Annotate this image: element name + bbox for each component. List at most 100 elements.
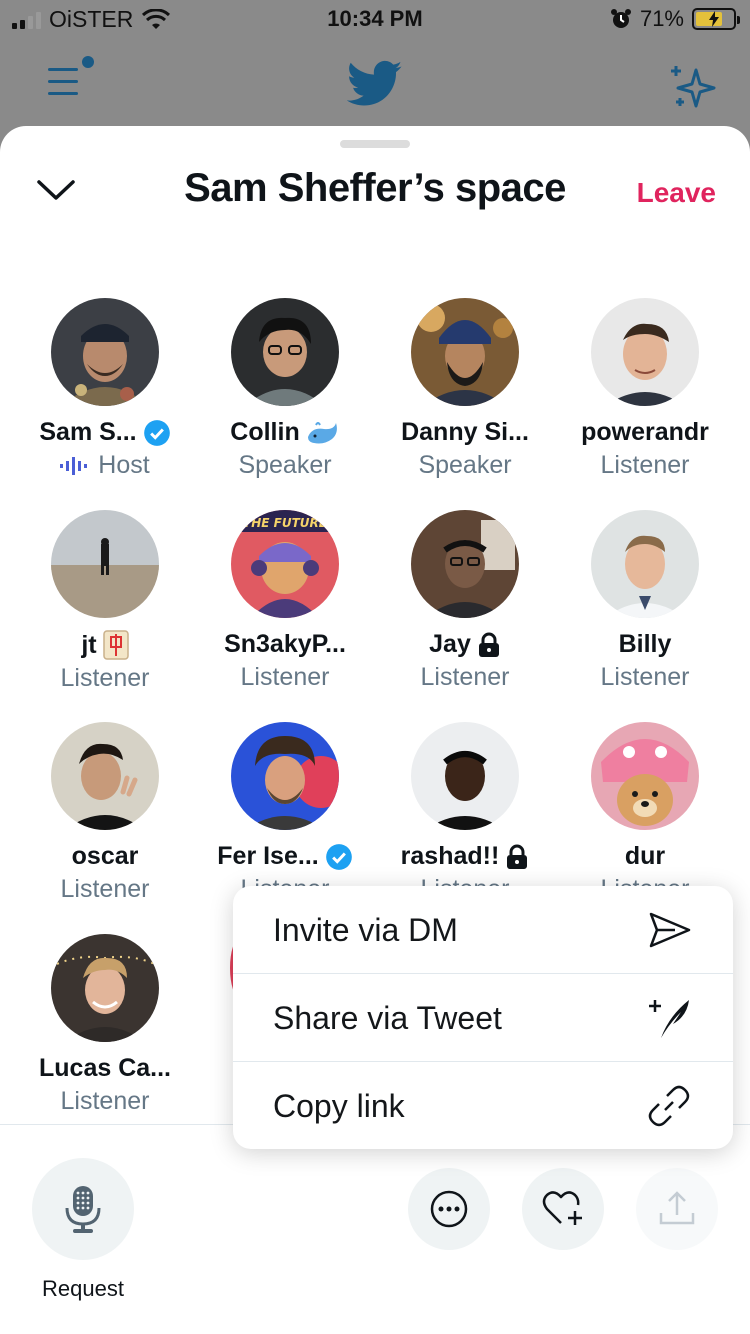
participant-name-row: Fer Ise... — [195, 842, 375, 871]
participant-card[interactable]: Collin Speaker — [195, 298, 375, 480]
sheet-grabber[interactable] — [340, 140, 410, 148]
status-right: 71% — [610, 6, 740, 32]
charging-bolt-icon — [709, 11, 719, 27]
compose-tweet-icon — [649, 1000, 689, 1038]
participant-name-row: Billy — [555, 630, 735, 659]
participant-card[interactable]: THE FUTURE Sn3akyP... Listener — [195, 510, 375, 692]
participant-name: oscar — [71, 842, 139, 870]
participant-name-row: jt — [15, 630, 195, 660]
participant-card[interactable]: Fer Ise... Listener — [195, 722, 375, 904]
participant-card[interactable]: Jay Listener — [375, 510, 555, 692]
avatar — [591, 722, 699, 830]
participant-card[interactable]: oscar Listener — [15, 722, 195, 904]
more-icon — [430, 1190, 468, 1228]
lock-icon — [478, 632, 499, 657]
avatar — [51, 934, 159, 1042]
battery-icon — [692, 8, 740, 30]
battery-percent: 71% — [639, 6, 684, 31]
avatar — [51, 722, 159, 830]
participant-card[interactable]: powerandr Listener — [555, 298, 735, 480]
participant-role: Listener — [600, 663, 690, 691]
participant-card[interactable]: Danny Si... Speaker — [375, 298, 555, 480]
menu-item-label: Invite via DM — [273, 912, 458, 948]
avatar — [411, 510, 519, 618]
participant-card[interactable]: Sam S... Host — [15, 298, 195, 480]
participant-name-row: oscar — [15, 842, 195, 871]
participant-name: Sam S... — [39, 418, 137, 446]
participant-card[interactable]: rashad!! Listener — [375, 722, 555, 904]
lock-icon — [507, 844, 528, 869]
menu-item-label: Copy link — [273, 1088, 405, 1124]
participant-role: Host — [98, 451, 150, 479]
participant-role: Listener — [240, 663, 330, 691]
verified-badge-icon — [143, 419, 170, 446]
participant-role: Listener — [60, 664, 150, 692]
avatar — [591, 298, 699, 406]
participant-name: powerandr — [581, 418, 709, 446]
participant-role: Listener — [420, 663, 510, 691]
avatar — [51, 510, 159, 618]
menu-item-copy-link[interactable]: Copy link — [233, 1062, 733, 1149]
participant-name: jt — [81, 630, 97, 659]
status-bar: OiSTER 10:34 PM 71% — [0, 0, 750, 40]
participant-name-row: Jay — [375, 630, 555, 659]
request-label: Request — [42, 1276, 124, 1301]
participant-name-row: rashad!! — [375, 842, 555, 871]
space-sheet: Sam Sheffer’s space Leave Sam S... Host … — [0, 126, 750, 1334]
share-button[interactable] — [636, 1168, 718, 1250]
send-icon — [649, 912, 691, 948]
participant-role: Listener — [60, 1087, 150, 1115]
avatar — [411, 722, 519, 830]
sparkle-icon[interactable] — [668, 62, 718, 112]
heart-plus-icon — [542, 1191, 582, 1225]
request-mic-button[interactable] — [32, 1158, 134, 1260]
twitter-bird-icon — [347, 60, 403, 106]
participant-card[interactable]: jt Listener — [15, 510, 195, 693]
avatar: THE FUTURE — [231, 510, 339, 618]
twitter-header — [0, 40, 750, 130]
share-icon — [659, 1191, 695, 1225]
participant-name-row: Danny Si... — [375, 418, 555, 447]
participant-name: Collin — [230, 418, 300, 446]
participant-name: Fer Ise... — [217, 842, 319, 870]
whale-emoji-icon — [307, 421, 337, 443]
participant-role: Speaker — [418, 451, 512, 479]
participant-card[interactable]: dur Listener — [555, 722, 735, 904]
participant-name: Jay — [429, 630, 471, 658]
mahjong-emoji-icon — [102, 630, 129, 660]
participant-card[interactable]: Lucas Ca... Listener — [15, 934, 195, 1116]
participant-name-row: Sn3akyP... — [195, 630, 375, 659]
microphone-icon — [65, 1186, 101, 1233]
menu-item-share-tweet[interactable]: Share via Tweet — [233, 974, 733, 1062]
share-menu: Invite via DM Share via Tweet Copy link — [233, 886, 733, 1149]
participant-name-row: Sam S... — [15, 418, 195, 447]
avatar — [231, 298, 339, 406]
leave-button[interactable]: Leave — [637, 177, 716, 209]
participant-name-row: powerandr — [555, 418, 735, 447]
participant-name: Billy — [618, 630, 672, 658]
link-icon — [648, 1085, 690, 1127]
avatar — [591, 510, 699, 618]
audio-wave-icon — [60, 456, 88, 475]
participant-name: rashad!! — [400, 842, 500, 870]
participant-name-row: dur — [555, 842, 735, 871]
avatar — [51, 298, 159, 406]
alarm-icon — [610, 9, 631, 28]
menu-item-label: Share via Tweet — [273, 1000, 502, 1036]
svg-text:THE FUTURE: THE FUTURE — [243, 516, 328, 530]
participant-name: Sn3akyP... — [224, 630, 346, 658]
more-options-button[interactable] — [408, 1168, 490, 1250]
participant-card[interactable]: Billy Listener — [555, 510, 735, 692]
participant-role-row: Host — [15, 451, 195, 480]
participant-name-row: Lucas Ca... — [15, 1054, 195, 1083]
participant-name-row: Collin — [195, 418, 375, 447]
participant-name: Lucas Ca... — [39, 1054, 171, 1082]
menu-icon[interactable] — [48, 56, 94, 100]
avatar — [411, 298, 519, 406]
participant-role: Listener — [60, 875, 150, 903]
avatar — [231, 722, 339, 830]
react-button[interactable] — [522, 1168, 604, 1250]
menu-item-invite-dm[interactable]: Invite via DM — [233, 886, 733, 974]
participant-name: Danny Si... — [401, 418, 529, 446]
participant-name: dur — [624, 842, 666, 870]
